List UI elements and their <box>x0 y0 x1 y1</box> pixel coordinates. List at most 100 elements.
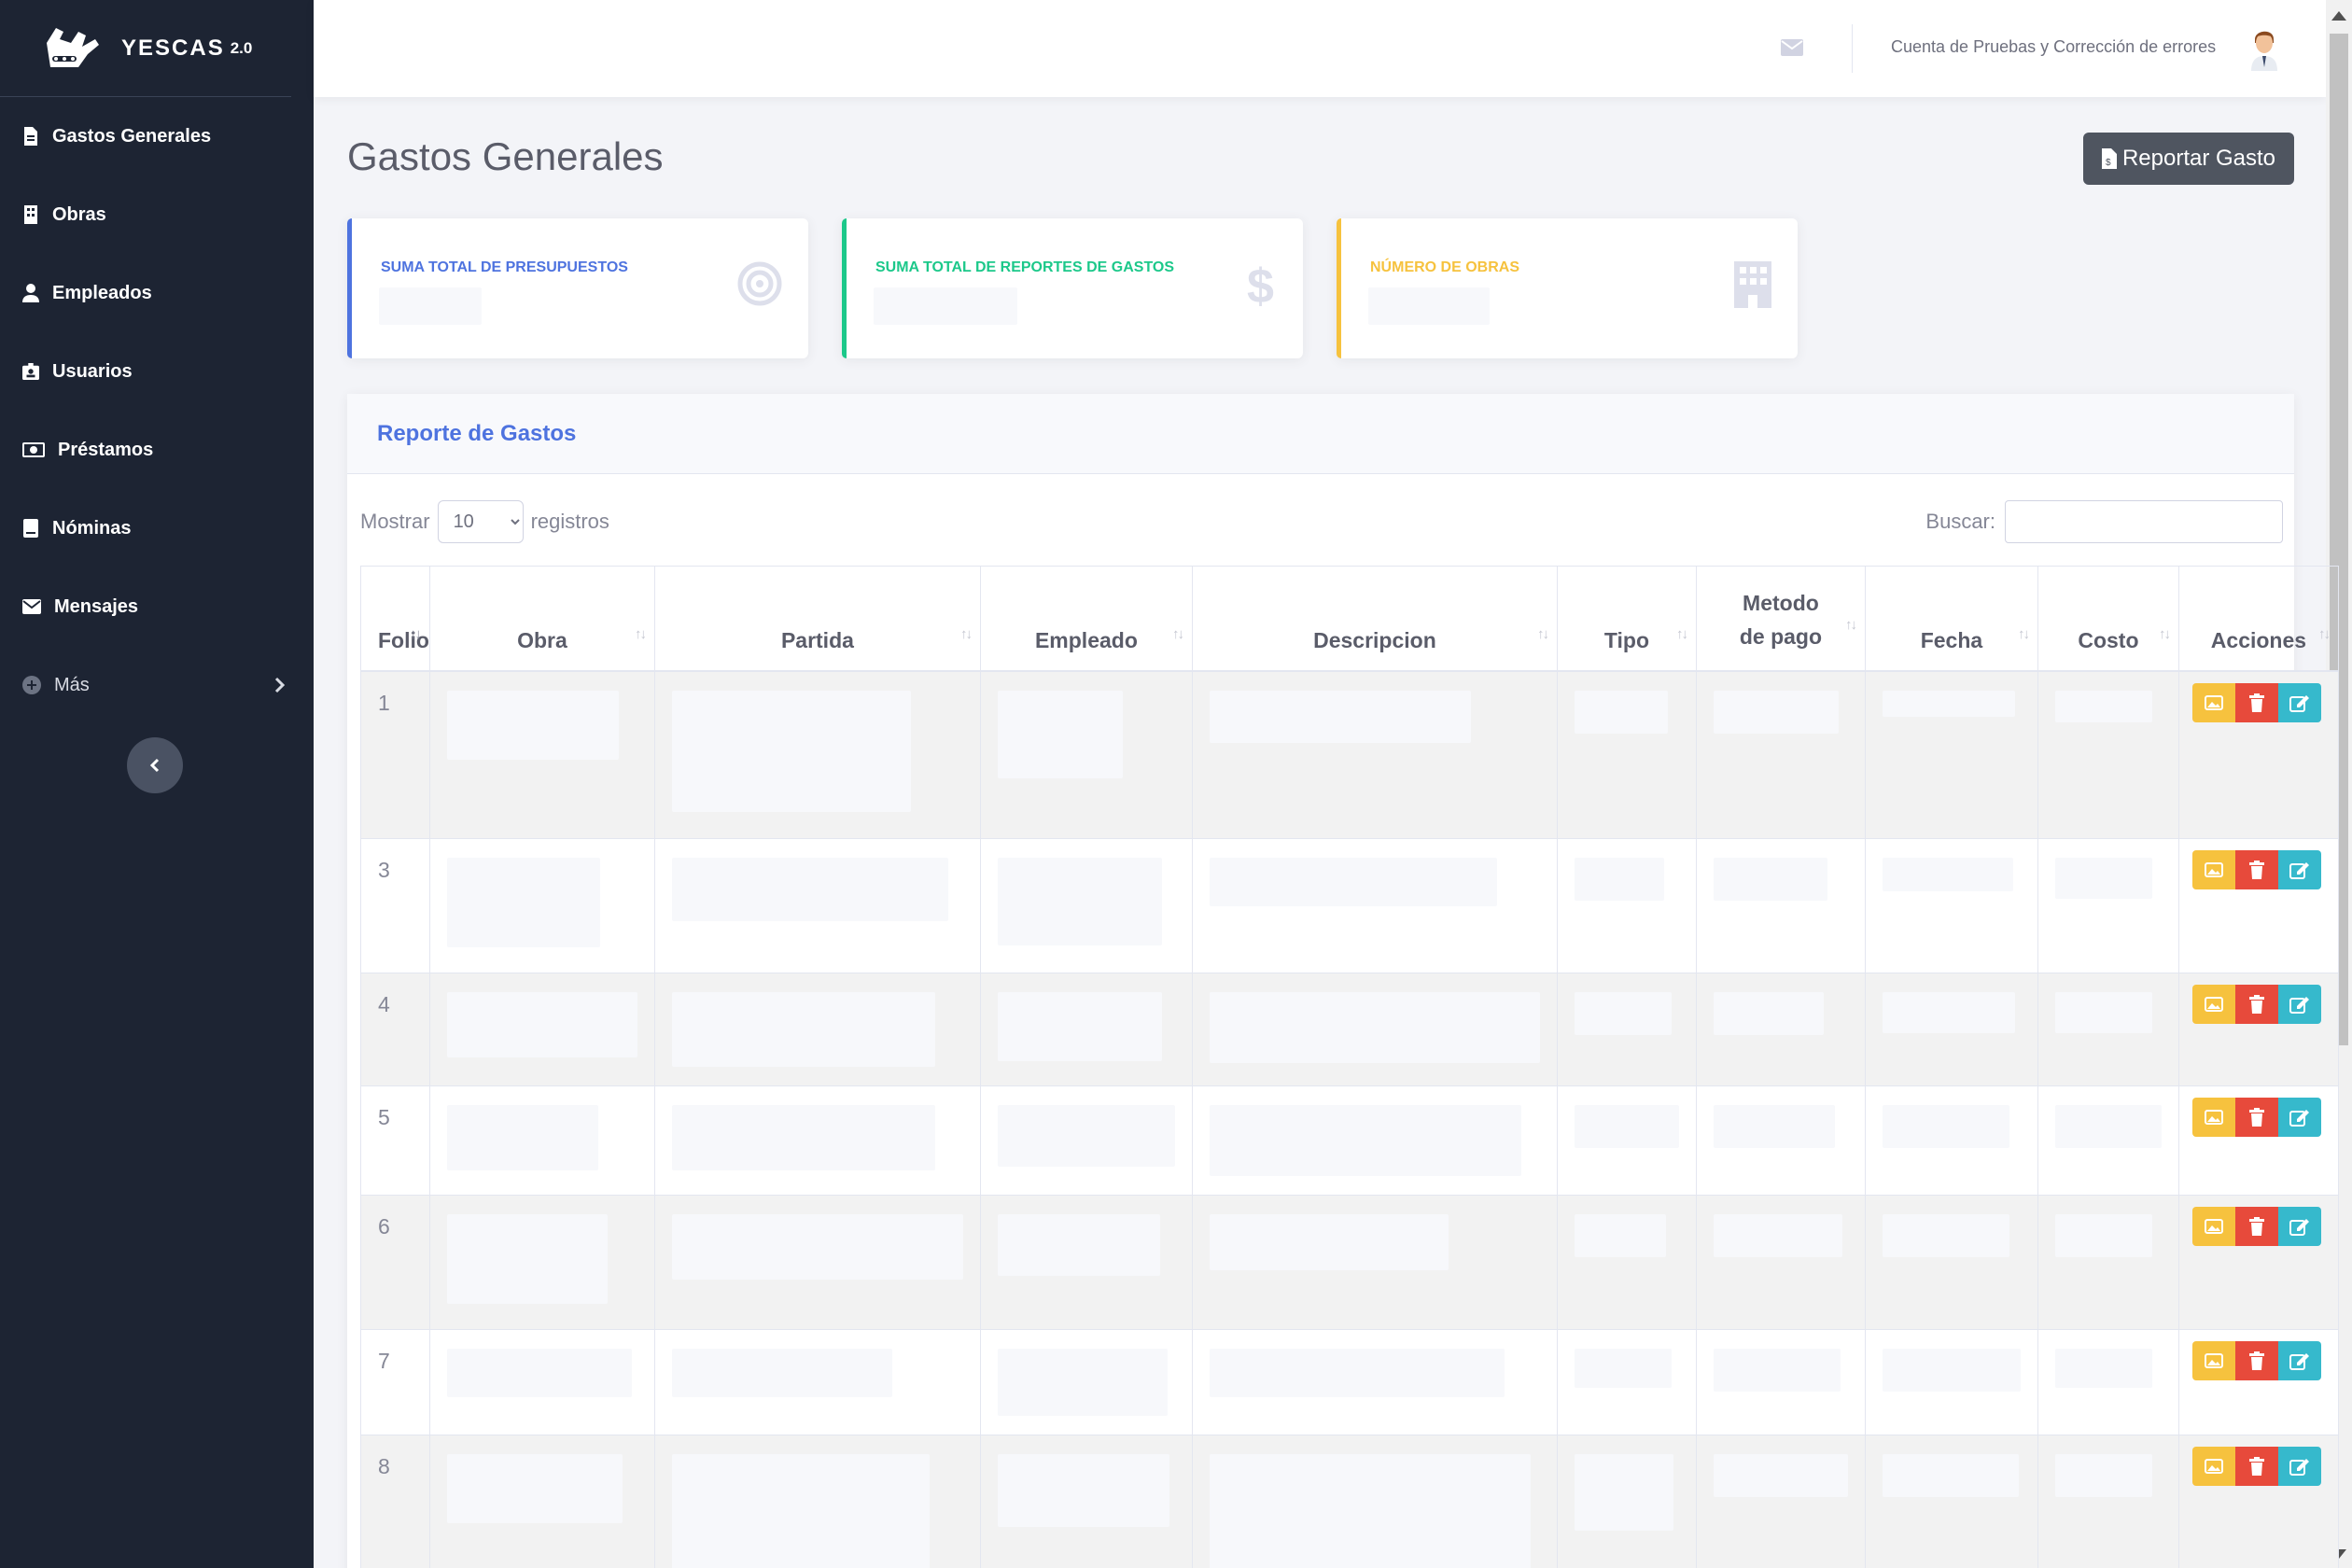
user-name[interactable]: Cuenta de Pruebas y Corrección de errore… <box>1891 37 2216 57</box>
view-image-button[interactable] <box>2191 850 2235 889</box>
sidebar-item-nominas[interactable]: Nóminas <box>0 489 314 567</box>
column-header-folio[interactable]: Folio ↑↓ <box>360 566 430 672</box>
redacted-value <box>1209 1349 1505 1397</box>
delete-button[interactable] <box>2234 985 2278 1024</box>
avatar[interactable] <box>2246 24 2283 71</box>
sidebar-item-label: Empleados <box>52 282 152 303</box>
column-header-label: Empleado <box>1034 627 1138 652</box>
sort-icon: ↑↓ <box>2317 625 2331 642</box>
cell-costo <box>2037 838 2179 973</box>
delete-button[interactable] <box>2234 682 2278 722</box>
search-input[interactable] <box>2005 500 2283 543</box>
row-actions <box>2191 1447 2321 1486</box>
scroll-up-arrow[interactable] <box>2331 11 2346 21</box>
card-accent <box>1337 218 1341 358</box>
sidebar-item-mas[interactable]: Más <box>0 646 314 724</box>
expenses-table: Folio ↑↓ Obra ↑↓ Partida ↑↓ Empleado ↑↓ Desc… <box>360 566 2339 1568</box>
cell-costo <box>2037 1195 2179 1330</box>
image-icon <box>2204 1353 2223 1368</box>
cell-folio: 8 <box>360 1435 430 1568</box>
delete-button[interactable] <box>2234 1447 2278 1486</box>
view-image-button[interactable] <box>2191 1098 2235 1137</box>
column-header-label: Metodo de pago <box>1739 590 1823 649</box>
view-image-button[interactable] <box>2191 1207 2235 1246</box>
sort-icon: ↑↓ <box>2017 625 2030 642</box>
sidebar-item-prestamos[interactable]: Préstamos <box>0 411 314 489</box>
column-header-partida[interactable]: Partida ↑↓ <box>653 566 981 672</box>
edit-button[interactable] <box>2277 1341 2321 1380</box>
redacted-value <box>997 1105 1175 1167</box>
cell-obra <box>428 1329 655 1435</box>
column-header-costo[interactable]: Costo ↑↓ <box>2037 566 2179 672</box>
sidebar-item-gastos-generales[interactable]: Gastos Generales <box>0 97 314 175</box>
delete-button[interactable] <box>2234 1341 2278 1380</box>
cell-folio: 3 <box>360 838 430 973</box>
sidebar-item-label: Nóminas <box>52 517 132 539</box>
sidebar: YESCAS 2.0 Gastos Generales Obras Emplea… <box>0 0 314 1568</box>
brand[interactable]: YESCAS 2.0 <box>0 0 291 97</box>
column-header-acciones[interactable]: Acciones ↑↓ <box>2177 566 2339 672</box>
redacted-value <box>1713 690 1839 734</box>
cell-metodo-pago <box>1695 973 1866 1086</box>
cell-tipo <box>1556 670 1697 839</box>
sidebar-toggle-button[interactable] <box>127 737 183 793</box>
sort-asc-icon: ↑↓ <box>409 625 422 642</box>
book-icon <box>23 519 38 538</box>
building-icon <box>1734 261 1771 308</box>
report-expense-button[interactable]: $ Reportar Gasto <box>2083 133 2294 185</box>
cell-empleado <box>979 1195 1193 1330</box>
cell-acciones <box>2177 670 2339 839</box>
cell-fecha <box>1864 1329 2038 1435</box>
page-length-select[interactable]: 10 <box>437 500 524 543</box>
delete-button[interactable] <box>2234 850 2278 889</box>
id-badge-icon <box>22 363 39 380</box>
delete-button[interactable] <box>2234 1207 2278 1246</box>
card-presupuestos: SUMA TOTAL DE PRESUPUESTOS <box>347 218 808 358</box>
column-header-obra[interactable]: Obra ↑↓ <box>428 566 655 672</box>
column-header-fecha[interactable]: Fecha ↑↓ <box>1864 566 2038 672</box>
view-image-button[interactable] <box>2191 682 2235 722</box>
page-title: Gastos Generales <box>347 134 664 178</box>
cell-partida <box>653 838 981 973</box>
cell-acciones <box>2177 1329 2339 1435</box>
column-header-metodo-de-pago[interactable]: Metodo de pago ↑↓ <box>1695 566 1866 672</box>
edit-button[interactable] <box>2277 985 2321 1024</box>
cell-partida <box>653 670 981 839</box>
view-image-button[interactable] <box>2191 1341 2235 1380</box>
user-icon <box>22 284 39 302</box>
image-icon <box>2204 1110 2223 1125</box>
column-header-tipo[interactable]: Tipo ↑↓ <box>1556 566 1697 672</box>
edit-button[interactable] <box>2277 1098 2321 1137</box>
redacted-value <box>997 1454 1169 1527</box>
redacted-value <box>1713 1105 1835 1148</box>
sidebar-item-mensajes[interactable]: Mensajes <box>0 567 314 646</box>
delete-button[interactable] <box>2234 1098 2278 1137</box>
sidebar-item-empleados[interactable]: Empleados <box>0 254 314 332</box>
table-row: 1 <box>360 670 2339 839</box>
view-image-button[interactable] <box>2191 985 2235 1024</box>
sidebar-item-usuarios[interactable]: Usuarios <box>0 332 314 411</box>
edit-button[interactable] <box>2277 1447 2321 1486</box>
edit-button[interactable] <box>2277 1207 2321 1246</box>
envelope-icon[interactable] <box>1781 39 1803 56</box>
cell-fecha <box>1864 670 2038 839</box>
edit-button[interactable] <box>2277 850 2321 889</box>
cell-metodo-pago <box>1695 1329 1866 1435</box>
column-header-label: Partida <box>780 627 854 652</box>
redacted-value <box>1209 1105 1521 1176</box>
report-expense-label: Reportar Gasto <box>2121 146 2276 171</box>
cell-metodo-pago <box>1695 670 1866 839</box>
view-image-button[interactable] <box>2191 1447 2235 1486</box>
cell-fecha <box>1864 838 2038 973</box>
cell-folio: 5 <box>360 1085 430 1196</box>
cell-metodo-pago <box>1695 1435 1866 1568</box>
cell-obra <box>428 670 655 839</box>
sidebar-item-obras[interactable]: Obras <box>0 175 314 254</box>
edit-button[interactable] <box>2277 682 2321 722</box>
target-icon <box>737 261 782 306</box>
trash-icon <box>2248 1457 2264 1476</box>
card-label: NÚMERO DE OBRAS <box>1370 259 1520 275</box>
chevron-right-icon <box>274 677 286 693</box>
column-header-empleado[interactable]: Empleado ↑↓ <box>979 566 1193 672</box>
column-header-descripcion[interactable]: Descripcion ↑↓ <box>1191 566 1558 672</box>
